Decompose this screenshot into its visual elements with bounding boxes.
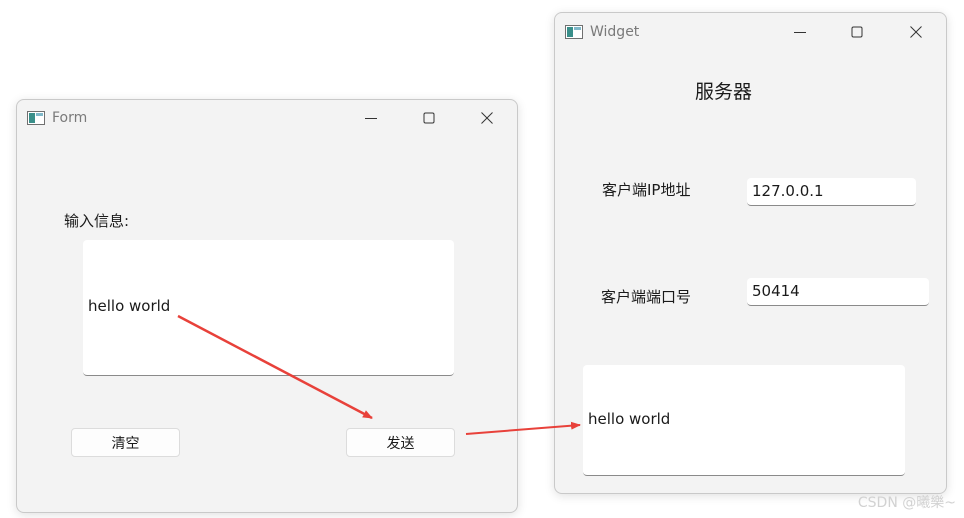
client-ip-label: 客户端IP地址 — [602, 181, 691, 199]
minimize-icon[interactable] — [788, 20, 812, 44]
received-message-text: hello world — [588, 410, 671, 428]
client-ip-value: 127.0.0.1 — [752, 182, 824, 200]
form-window-title: Form — [52, 110, 88, 126]
form-window: Form 输入信息: hello world 清空 发送 — [16, 99, 518, 513]
maximize-icon[interactable] — [417, 106, 441, 130]
client-port-label: 客户端端口号 — [601, 288, 692, 306]
close-icon[interactable] — [475, 106, 499, 130]
client-ip-field[interactable]: 127.0.0.1 — [747, 178, 916, 206]
form-titlebar[interactable]: Form — [17, 100, 517, 136]
watermark: CSDN @曦樂~ — [857, 495, 956, 511]
message-text: hello world — [88, 297, 171, 315]
app-window-icon — [27, 111, 45, 125]
send-button[interactable]: 发送 — [346, 428, 455, 457]
minimize-icon[interactable] — [359, 106, 383, 130]
widget-window: Widget 服务器 客户端IP地址 127.0.0.1 客户端端口号 5041… — [554, 12, 947, 494]
message-input[interactable]: hello world — [83, 240, 454, 376]
client-port-field[interactable]: 50414 — [747, 278, 929, 306]
client-port-value: 50414 — [752, 282, 800, 300]
widget-window-title: Widget — [590, 24, 640, 40]
input-label: 输入信息: — [64, 212, 130, 230]
app-window-icon — [565, 25, 583, 39]
received-message-box[interactable]: hello world — [583, 365, 905, 476]
clear-button[interactable]: 清空 — [71, 428, 180, 457]
widget-titlebar[interactable]: Widget — [555, 13, 946, 49]
close-icon[interactable] — [904, 20, 928, 44]
maximize-icon[interactable] — [845, 20, 869, 44]
server-heading: 服务器 — [695, 81, 753, 103]
